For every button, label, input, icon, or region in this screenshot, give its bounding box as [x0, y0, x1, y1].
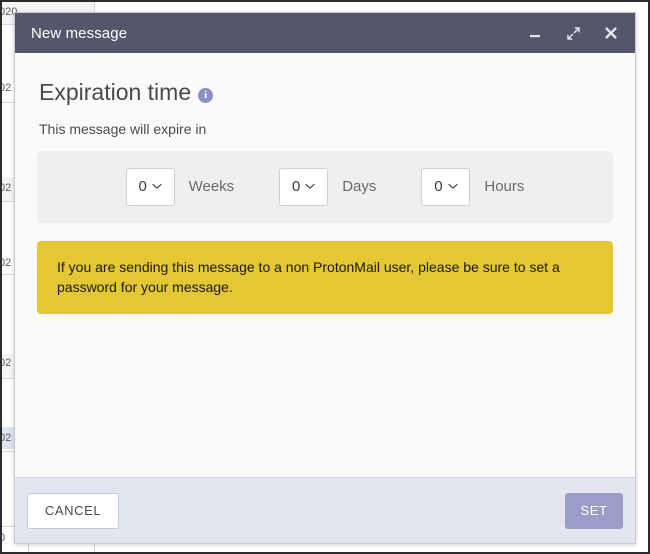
days-group: 0 Days — [279, 168, 376, 206]
dialog-body: Expiration time i This message will expi… — [15, 53, 635, 477]
cancel-button[interactable]: CANCEL — [27, 493, 119, 529]
chevron-down-icon — [152, 183, 162, 190]
expiration-selector-panel: 0 Weeks 0 Days — [37, 151, 613, 223]
expiration-heading-row: Expiration time i — [39, 79, 613, 107]
background-row-label: 02 — [0, 257, 11, 269]
weeks-value: 0 — [138, 178, 146, 195]
chevron-down-icon — [305, 183, 315, 190]
expiration-subtext: This message will expire in — [39, 121, 613, 137]
minimize-icon[interactable] — [525, 23, 545, 43]
days-select[interactable]: 0 — [279, 168, 328, 206]
screen: 020 02 02 02 02 02 0 New message — [0, 0, 650, 554]
background-row-label: 02 — [0, 82, 11, 94]
page-title: Expiration time — [39, 79, 191, 107]
chevron-down-icon — [448, 183, 458, 190]
set-button[interactable]: SET — [565, 493, 623, 529]
dialog-titlebar: New message — [15, 13, 635, 53]
hours-group: 0 Hours — [421, 168, 524, 206]
background-row-label: 0 — [0, 532, 5, 544]
close-icon[interactable] — [601, 23, 621, 43]
dialog-title: New message — [31, 25, 525, 42]
weeks-label: Weeks — [189, 178, 235, 195]
weeks-group: 0 Weeks — [126, 168, 235, 206]
days-label: Days — [342, 178, 376, 195]
expand-icon[interactable] — [563, 23, 583, 43]
days-value: 0 — [292, 178, 300, 195]
hours-value: 0 — [434, 178, 442, 195]
hours-label: Hours — [484, 178, 524, 195]
background-row-label: 02 — [0, 432, 11, 444]
new-message-dialog: New message — [14, 12, 636, 544]
hours-select[interactable]: 0 — [421, 168, 470, 206]
window-controls — [525, 23, 621, 43]
background-row-label: 02 — [0, 357, 11, 369]
info-icon[interactable]: i — [198, 88, 213, 103]
background-row-label: 02 — [0, 182, 11, 194]
weeks-select[interactable]: 0 — [126, 168, 175, 206]
password-warning-banner: If you are sending this message to a non… — [37, 241, 613, 315]
dialog-footer: CANCEL SET — [15, 477, 635, 543]
